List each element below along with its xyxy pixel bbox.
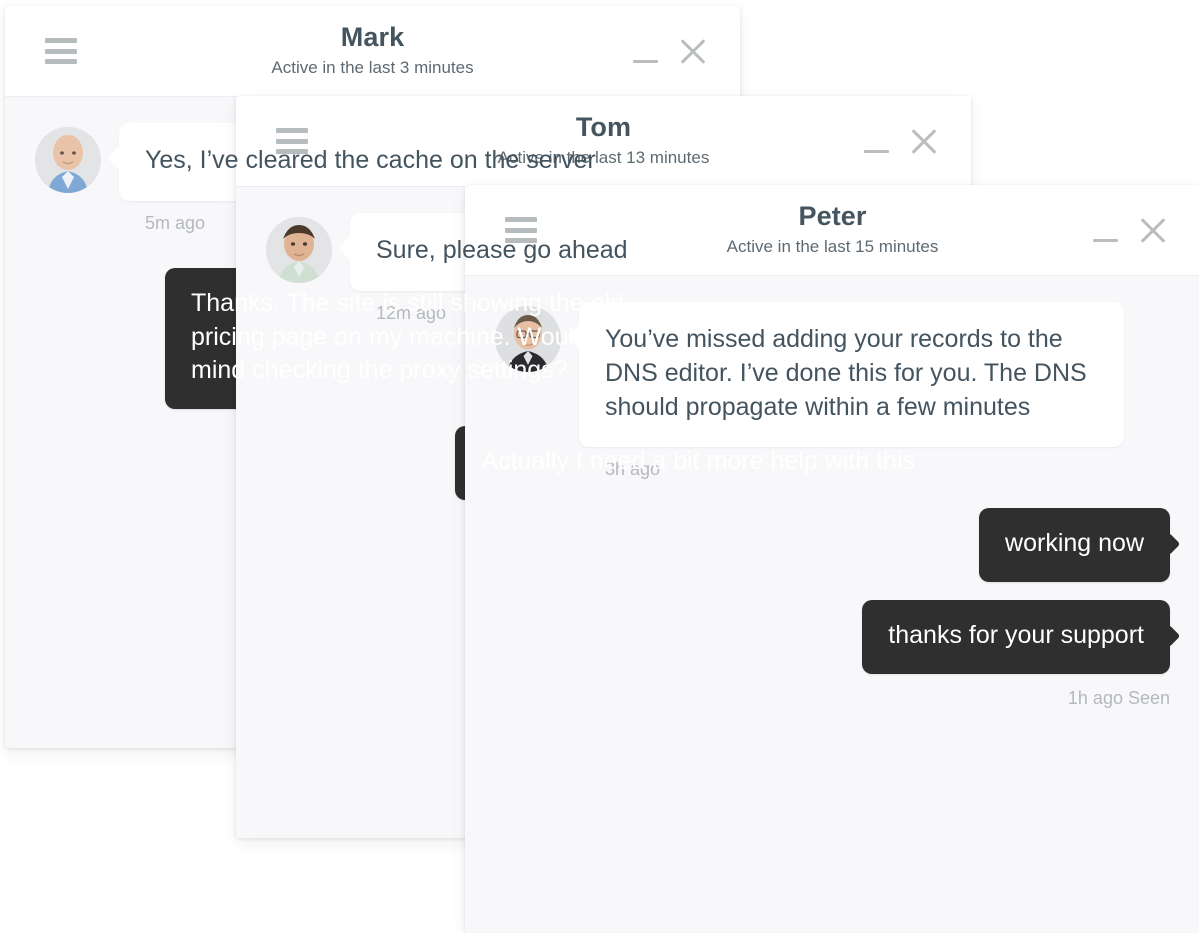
hamburger-bar [45,38,77,43]
message-text: Sure, please go ahead [376,236,628,264]
message-text: Yes, I’ve cleared the cache on the serve… [145,146,596,174]
mark-avatar [35,127,101,193]
hamburger-bar [276,138,308,144]
hamburger-bar [276,128,308,133]
close-icon[interactable] [676,34,710,68]
message-bubble: working now [979,508,1170,582]
window-controls [1090,213,1170,247]
message-bubble: thanks for your support [862,600,1170,674]
close-icon[interactable] [1136,213,1170,247]
minimize-icon[interactable] [861,126,891,156]
close-icon[interactable] [907,124,941,158]
tom-avatar [266,217,332,283]
message-text: working now [1005,529,1144,558]
message-text: Actually I need a bit more help with thi… [481,446,915,475]
minimize-icon[interactable] [630,36,660,66]
message-text: thanks for your support [888,621,1144,649]
window-controls [861,124,941,158]
message-seen-status: 1h ago Seen [1067,687,1170,708]
contact-name: Peter [798,201,867,231]
hamburger-bar [45,48,77,54]
message-row-outgoing: thanks for your support [495,600,1170,674]
hamburger-bar [45,59,77,64]
chat-header: Mark Active in the last 3 minutes [5,6,740,97]
hamburger-bar [505,217,537,222]
message-text: You’ve missed adding your records to the… [605,325,1087,421]
minimize-icon[interactable] [1090,215,1120,245]
hamburger-icon[interactable] [45,38,77,64]
message-row-outgoing: working now [495,508,1170,582]
window-controls [630,34,710,68]
message-bubble: You’ve missed adding your records to the… [579,302,1124,448]
hamburger-bar [505,227,537,233]
